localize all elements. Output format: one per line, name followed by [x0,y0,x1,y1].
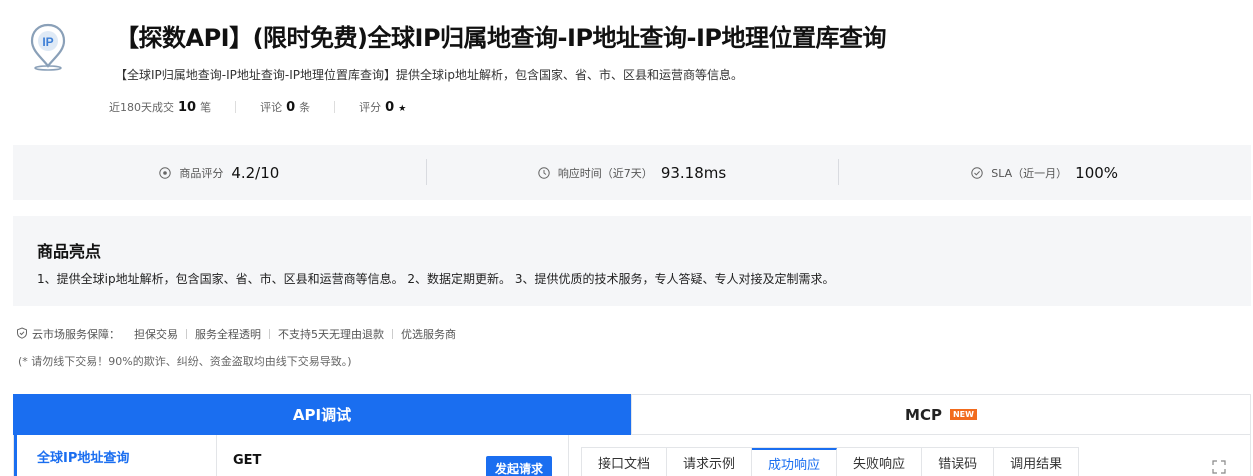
divider [235,101,237,113]
page-title: 【探数API】(限时免费)全球IP归属地查询-IP地址查询-IP地理位置库查询 [115,24,887,52]
star-icon: ★ [398,104,407,114]
metric-rating-value: 4.2/10 [231,163,280,182]
metric-response-time-label: 响应时间（近7天） [557,166,653,180]
metric-response-time-value: 93.18ms [660,163,727,182]
new-badge: NEW [949,409,977,420]
product-highlights: 商品亮点 1、提供全球ip地址解析，包含国家、省、市、区县和运营商等信息。 2、… [13,216,1251,306]
tab-failure-response[interactable]: 失败响应 [837,448,923,476]
offline-trade-warning: (* 请勿线下交易！90%的欺诈、纠纷、资金盗取均由线下交易导致。) [18,355,352,368]
doc-tabs: 接口文档 请求示例 成功响应 失败响应 错误码 调用结果 [581,447,1080,476]
tab-success-response[interactable]: 成功响应 [752,448,838,476]
divider [334,101,336,113]
metric-sla-value: 100% [1075,163,1119,182]
metrics-bar: 商品评分 4.2/10 响应时间（近7天） 93.18ms SLA（近一月） 1… [13,145,1251,200]
guarantee-item: 优选服务商 [401,328,456,341]
tab-api-debug[interactable]: API调试 [13,394,631,435]
stat-rating: 评分 0 ★ [359,99,406,115]
stat-comments-value: 0 [286,100,296,115]
tab-api-docs[interactable]: 接口文档 [582,448,668,476]
check-circle-icon [971,166,983,179]
star-circle-icon [159,166,172,179]
product-logo: IP [28,22,68,74]
tab-error-codes[interactable]: 错误码 [922,448,995,476]
stat-comments-unit: 条 [299,101,311,114]
stat-sales-value: 10 [178,100,197,115]
guarantee-item: 担保交易 [134,328,178,341]
tab-mcp-label: MCP [905,405,942,424]
metric-sla-label: SLA（近一月） [991,166,1068,180]
stat-sales-label: 近180天成交 [109,101,174,114]
clock-icon [538,166,550,179]
tab-call-result[interactable]: 调用结果 [994,448,1078,476]
tab-request-example[interactable]: 请求示例 [667,448,753,476]
stat-comments[interactable]: 评论 0 条 [260,99,310,115]
guarantee-item: 服务全程透明 [195,328,261,341]
send-request-button[interactable]: 发起请求 [486,456,552,476]
highlights-text: 1、提供全球ip地址解析，包含国家、省、市、区县和运营商等信息。 2、数据定期更… [37,272,835,286]
stat-sales-unit: 笔 [200,101,212,114]
guarantee-item: 不支持5天无理由退款 [278,328,384,341]
guarantee-lead: 云市场服务保障： [32,328,120,341]
metric-response-time: 响应时间（近7天） 93.18ms [425,145,839,200]
svg-text:IP: IP [42,35,53,49]
service-guarantee: 云市场服务保障： 担保交易 服务全程透明 不支持5天无理由退款 优选服务商 [16,326,456,342]
expand-icon[interactable] [1212,459,1226,474]
divider [186,329,187,339]
divider [392,329,393,339]
tab-mcp[interactable]: MCP NEW [631,394,1251,435]
metric-rating: 商品评分 4.2/10 [13,145,426,200]
sidebar-item-ip-query[interactable]: 全球IP地址查询 [14,435,217,476]
http-method: GET [233,453,262,468]
shield-icon [16,326,28,342]
metric-sla: SLA（近一月） 100% [838,145,1251,200]
metric-rating-label: 商品评分 [179,166,224,180]
tab-api-debug-label: API调试 [292,406,352,424]
divider [269,329,270,339]
page-subtitle: 【全球IP归属地查询-IP地址查询-IP地理位置库查询】提供全球ip地址解析，包… [115,68,743,82]
product-stats: 近180天成交 10 笔 评论 0 条 评分 0 ★ [109,99,406,115]
highlights-title: 商品亮点 [37,242,102,261]
api-debug-panel: 全球IP地址查询 GET 发起请求 接口文档 请求示例 成功响应 失败响应 错误… [13,435,1251,476]
stat-rating-label: 评分 [359,101,382,114]
stat-rating-value: 0 [385,100,395,115]
stat-sales: 近180天成交 10 笔 [109,99,211,115]
divider [568,435,569,476]
stat-comments-label: 评论 [260,101,283,114]
api-tabs: API调试 MCP NEW [13,394,1251,435]
